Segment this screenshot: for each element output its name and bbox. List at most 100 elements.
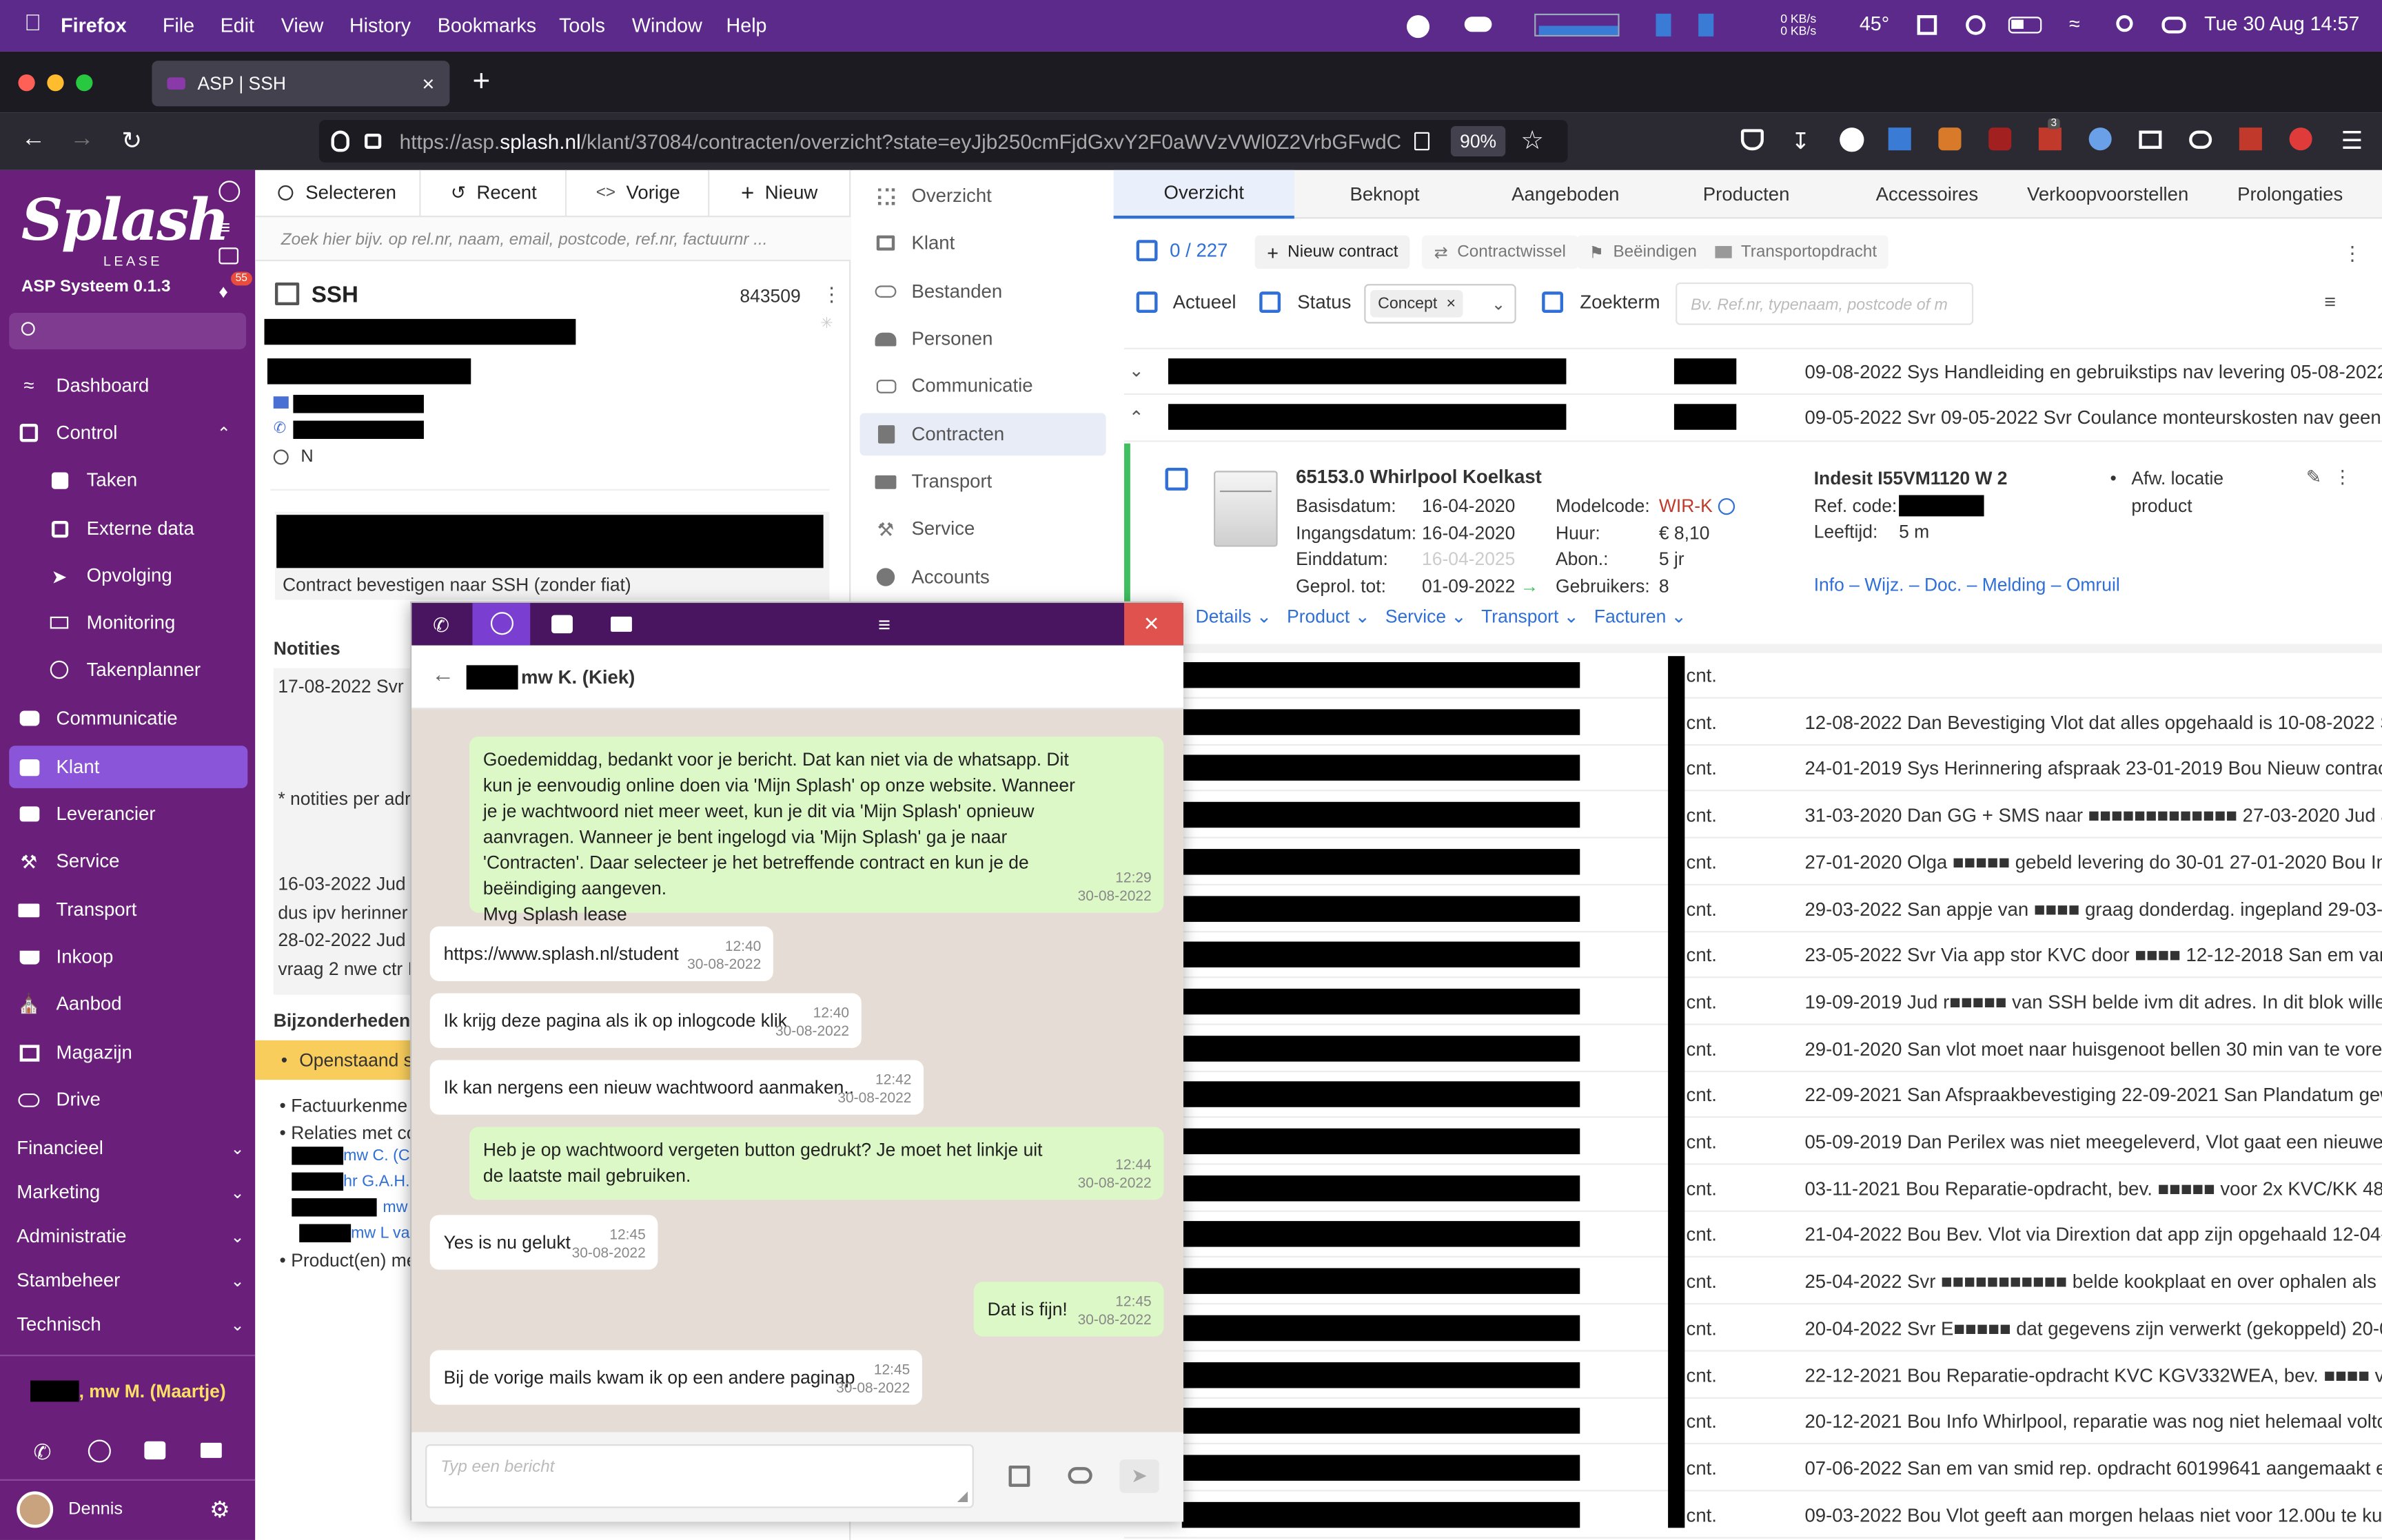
sidebar-item-magazijn[interactable]: Magazijn [0, 1029, 255, 1075]
spotlight-icon[interactable] [2116, 15, 2133, 32]
reload-icon[interactable]: ↻ [121, 126, 142, 156]
lock-icon[interactable] [364, 133, 382, 150]
menu-view[interactable]: View [281, 14, 324, 37]
more-vertical-icon[interactable]: ⋮ [822, 283, 842, 307]
table-row[interactable]: cnt. 05-09-2019 Dan Perilex was niet meeg… [1124, 1119, 2382, 1165]
play-icon[interactable] [1966, 15, 1986, 35]
close-tab-icon[interactable]: × [422, 72, 434, 96]
sidebar-item-klant[interactable]: Klant [9, 746, 248, 788]
table-row[interactable]: cnt. 09-03-2022 Bou Vlot geeft aan morgen… [1124, 1492, 2382, 1538]
dropdown-details[interactable]: Details ⌄ [1196, 606, 1272, 627]
control-center-icon[interactable] [2161, 17, 2186, 34]
url-bar[interactable]: https://asp.splash.nl/klant/37084/contra… [318, 120, 1568, 163]
sidebar-item-taken[interactable]: Taken [0, 457, 255, 502]
close-chat-button[interactable]: × [1124, 603, 1183, 646]
app-menu[interactable]: Firefox [61, 14, 127, 37]
table-row[interactable]: cnt. 24-01-2019 Sys Herinnering afspraak … [1124, 746, 2382, 792]
active-contact[interactable]: , mw M. (Maartje) [30, 1380, 226, 1402]
menu-window[interactable]: Window [632, 14, 702, 37]
sidebar-item-control[interactable]: Control ⌃ [0, 410, 255, 455]
sidebar-section-marketing[interactable]: Marketing ⌄ [17, 1171, 245, 1213]
table-row[interactable]: cnt. 20-12-2021 Bou Info Whirlpool, repar… [1124, 1399, 2382, 1445]
minimize-window-icon[interactable] [47, 74, 64, 92]
extension-glasses-icon[interactable] [2189, 130, 2212, 150]
menu-bestanden[interactable]: Bestanden [860, 270, 1106, 313]
clock[interactable]: Tue 30 Aug 14:57 [2204, 12, 2359, 35]
extension-check-icon[interactable] [2088, 127, 2112, 151]
table-row[interactable]: cnt. 27-01-2020 Olga ■■■■■ gebeld leverin… [1124, 839, 2382, 885]
table-row[interactable]: cnt. 22-12-2021 Bou Reparatie-opdracht KV… [1124, 1353, 2382, 1398]
resize-handle-icon[interactable]: ◢ [957, 1488, 968, 1505]
status-checkbox[interactable] [1259, 291, 1281, 314]
table-row[interactable]: cnt. 20-04-2022 Svr E■■■■■ dat gegevens z… [1124, 1306, 2382, 1352]
sidebar-item-inkoop[interactable]: Inkoop [0, 934, 255, 980]
sidebar-item-opvolging[interactable]: ➤ Opvolging [0, 553, 255, 598]
mail-icon[interactable] [200, 1442, 222, 1458]
filter-actueel[interactable]: Actueel [1136, 291, 1236, 314]
more-vertical-icon[interactable]: ⋮ [2333, 466, 2351, 488]
select-button[interactable]: Selecteren [255, 170, 421, 216]
menu-klant[interactable]: Klant [860, 222, 1106, 265]
table-row[interactable]: cnt. 19-09-2019 Jud r■■■■■ van SSH belde … [1124, 979, 2382, 1025]
zoom-level[interactable]: 90% [1450, 125, 1506, 157]
extension-badge-icon[interactable]: 3 [2038, 118, 2062, 151]
transport-order-button[interactable]: Transportopdracht [1702, 235, 1889, 269]
openstaand-banner[interactable]: • Openstaand sa [255, 1040, 423, 1080]
extension-red-icon[interactable] [2239, 127, 2262, 151]
sidebar-item-communicatie[interactable]: Communicatie [0, 695, 255, 741]
table-row[interactable]: ⌃ 09-05-2022 Svr 09-05-2022 Svr Coulance… [1124, 395, 2382, 442]
attachment-icon[interactable] [1068, 1467, 1092, 1484]
zoekterm-checkbox[interactable] [1542, 291, 1564, 314]
pocket-icon[interactable] [1740, 129, 1764, 151]
close-window-icon[interactable] [18, 74, 35, 92]
forward-icon[interactable]: → [70, 126, 94, 154]
menu-transport[interactable]: Transport [860, 460, 1106, 503]
actueel-checkbox[interactable] [1136, 291, 1158, 314]
table-row[interactable]: cnt. 03-11-2021 Bou Reparatie-opdracht, b… [1124, 1166, 2382, 1212]
sidebar-item-monitoring[interactable]: Monitoring [0, 600, 255, 646]
cloud-app-icon[interactable] [1464, 17, 1492, 32]
battery-icon[interactable] [2008, 17, 2042, 34]
bookmark-star-icon[interactable]: ☆ [1520, 126, 1544, 156]
tab-beknopt[interactable]: Beknopt [1294, 170, 1475, 219]
sidebar-item-transport[interactable]: Transport [0, 887, 255, 932]
filter-lines-icon[interactable]: ≡ [2324, 290, 2336, 313]
mem-graph-icon[interactable] [1656, 13, 1671, 37]
window-layout-icon[interactable] [1917, 15, 1937, 35]
table-row[interactable]: ⌄ 09-08-2022 Sys Handleiding en gebruiks… [1124, 347, 2382, 396]
table-row[interactable]: cnt. 21-04-2022 Bou Bev. Vlot via Direxti… [1124, 1213, 2382, 1258]
mail-icon[interactable] [611, 616, 632, 632]
menu-help[interactable]: Help [726, 14, 767, 37]
filter-status[interactable]: Status [1259, 291, 1351, 314]
info-icon[interactable] [1718, 498, 1735, 515]
avatar[interactable] [17, 1491, 54, 1528]
table-row[interactable]: cnt. 25-04-2022 Svr ■■■■■■■■■■■ belde koo… [1124, 1259, 2382, 1305]
relations-list[interactable]: mw C. (C hr G.A.H. mw mw L va [292, 1147, 413, 1253]
table-row[interactable]: cnt. 12-08-2022 Dan Bevestiging Vlot dat … [1124, 699, 2382, 746]
reader-view-icon[interactable] [1414, 132, 1430, 151]
table-row[interactable]: cnt. 23-05-2022 Svr Via app stor KVC door… [1124, 933, 2382, 978]
chevron-up-icon[interactable]: ⌃ [1129, 407, 1144, 429]
phone-icon[interactable]: ✆ [433, 613, 449, 637]
filter-zoekterm[interactable]: Zoekterm [1542, 291, 1660, 314]
select-all[interactable]: 0 / 227 [1136, 240, 1228, 262]
recent-button[interactable]: ↺ Recent [423, 170, 567, 216]
sidebar-item-externe-data[interactable]: Externe data [0, 506, 255, 551]
collapse-menu-icon[interactable]: ≡ [218, 216, 230, 238]
menu-overzicht[interactable]: Overzicht [860, 174, 1106, 217]
link-wijz[interactable]: Wijz. [1864, 574, 1904, 595]
notes-box[interactable]: 17-08-2022 Svr * notities per adr 16-03-… [273, 668, 418, 995]
ublock-icon[interactable] [1988, 127, 2012, 151]
sidebar-search-input[interactable] [9, 313, 247, 349]
contract-confirm-box[interactable]: Contract bevestigen naar SSH (zonder fia… [274, 511, 830, 600]
new-contract-button[interactable]: + Nieuw contract [1254, 235, 1411, 269]
table-row[interactable]: cnt. 22-09-2021 San Afspraakbevestiging 2… [1124, 1073, 2382, 1118]
edit-icon[interactable]: ✎ [2306, 466, 2321, 488]
back-icon[interactable]: ← [21, 126, 45, 154]
link-omruil[interactable]: Omruil [2066, 574, 2120, 595]
new-button[interactable]: + Nieuw [711, 170, 848, 216]
sidebar-section-stambeheer[interactable]: Stambeheer ⌄ [17, 1259, 245, 1302]
menu-edit[interactable]: Edit [221, 14, 254, 37]
cpu-graph-icon[interactable] [1534, 13, 1620, 37]
status-chip[interactable]: Concept × [1370, 289, 1464, 318]
